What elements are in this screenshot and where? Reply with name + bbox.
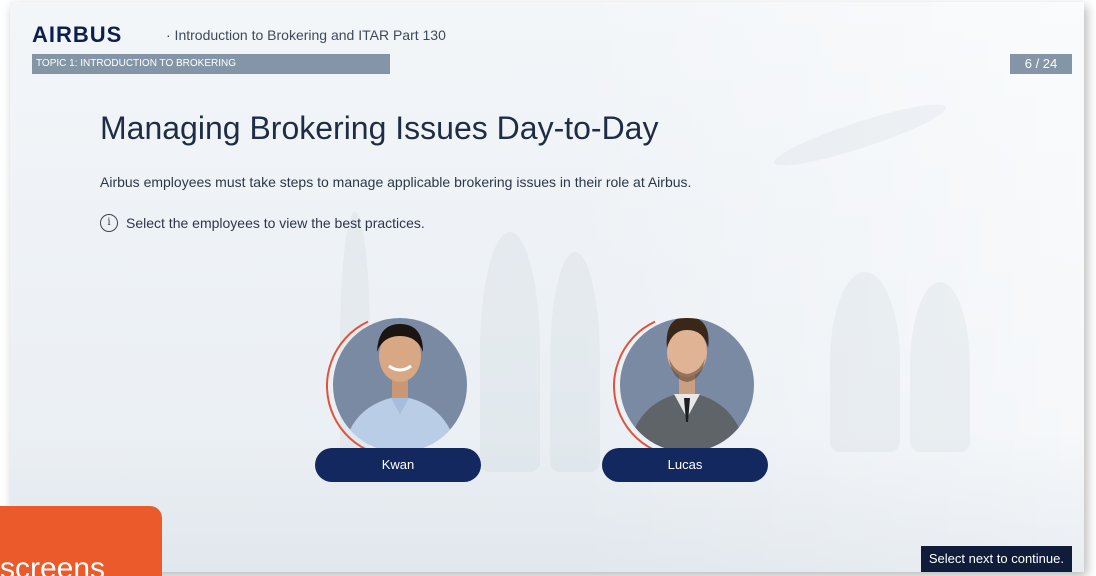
avatar: [620, 318, 754, 452]
topic-bar: TOPIC 1: INTRODUCTION TO BROKERING: [32, 54, 390, 74]
employee-card-lucas[interactable]: Lucas: [592, 272, 778, 482]
avatar: [333, 318, 467, 452]
info-icon: i: [100, 214, 118, 232]
screens-label: screens: [0, 552, 106, 576]
course-title: · Introduction to Brokering and ITAR Par…: [166, 27, 446, 43]
instruction-text: Select the employees to view the best pr…: [126, 215, 425, 231]
page-subtitle: Airbus employees must take steps to mana…: [100, 174, 692, 190]
instruction: i Select the employees to view the best …: [100, 214, 425, 232]
next-instruction: Select next to continue.: [920, 546, 1072, 572]
course-slide: AIRBUS · Introduction to Brokering and I…: [10, 2, 1084, 572]
employee-name-kwan: Kwan: [315, 448, 481, 482]
person-photo-kwan: [343, 324, 457, 452]
person-photo-lucas: [628, 318, 746, 452]
page-title: Managing Brokering Issues Day-to-Day: [100, 110, 659, 146]
airbus-logo: AIRBUS: [32, 22, 123, 47]
employee-card-kwan[interactable]: Kwan: [305, 272, 491, 482]
employee-name-lucas: Lucas: [602, 448, 768, 482]
background-figure: [830, 272, 900, 452]
background-figure: [910, 282, 970, 452]
screens-label-tag: screens: [0, 506, 162, 576]
page-counter: 6 / 24: [1010, 54, 1072, 74]
